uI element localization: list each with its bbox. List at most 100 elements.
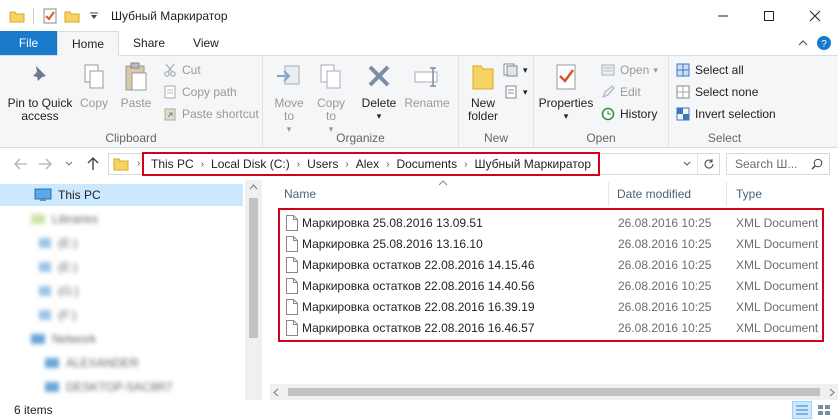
file-row[interactable]: Маркировка остатков 22.08.2016 14.40.56 2… <box>280 275 836 296</box>
select-all-icon <box>675 62 691 78</box>
paste-shortcut-icon <box>162 106 178 122</box>
file-row[interactable]: Маркировка остатков 22.08.2016 14.15.46 2… <box>280 254 836 275</box>
invert-selection-icon <box>675 106 691 122</box>
nav-item-this-pc[interactable]: This PC <box>0 184 243 206</box>
crumb-current-folder[interactable]: Шубный Маркиратор <box>471 157 594 171</box>
easy-access-button[interactable]: ▾ <box>503 82 528 102</box>
nav-item-blurred[interactable]: (E:) <box>38 256 198 278</box>
folder-icon <box>109 154 133 174</box>
copy-to-label: Copy to <box>316 96 345 123</box>
file-row[interactable]: Маркировка 25.08.2016 13.16.10 26.08.2016… <box>280 233 836 254</box>
copy-path-button[interactable]: Copy path <box>162 82 237 102</box>
refresh-icon <box>704 159 714 169</box>
cut-button[interactable]: Cut <box>162 60 201 80</box>
select-all-button[interactable]: Select all <box>675 60 744 80</box>
tab-home[interactable]: Home <box>57 31 120 56</box>
address-dropdown[interactable] <box>677 161 697 167</box>
properties-button[interactable]: Properties ▾ <box>538 60 594 123</box>
edit-button[interactable]: Edit <box>600 82 641 102</box>
search-input[interactable]: Search Ш... <box>726 153 830 175</box>
tab-file[interactable]: File <box>0 31 57 55</box>
column-divider[interactable] <box>726 182 727 206</box>
back-button[interactable] <box>10 153 32 175</box>
nav-item-blurred[interactable]: ALEXANDER <box>44 352 234 374</box>
cut-label: Cut <box>182 63 201 77</box>
properties-icon[interactable] <box>39 5 61 27</box>
delete-button[interactable]: Delete ▾ <box>359 60 399 123</box>
file-date-modified: 26.08.2016 10:25 <box>618 278 712 293</box>
recent-locations-button[interactable] <box>58 153 80 175</box>
copy-button[interactable]: Copy <box>76 60 112 110</box>
history-button[interactable]: History <box>600 104 657 124</box>
nav-item-blurred[interactable]: (G:) <box>38 280 198 302</box>
invert-selection-button[interactable]: Invert selection <box>675 104 776 124</box>
history-icon <box>600 106 616 122</box>
copy-to-button[interactable]: Copy to ▾ <box>311 60 351 136</box>
pin-quick-access-button[interactable]: Pin to Quick access <box>4 60 76 123</box>
file-type: XML Document <box>736 278 819 293</box>
file-row[interactable]: Маркировка остатков 22.08.2016 16.39.19 2… <box>280 296 836 317</box>
new-folder-icon[interactable] <box>61 5 83 27</box>
rename-button[interactable]: Rename <box>403 60 451 110</box>
organize-group-label: Organize <box>336 131 385 145</box>
up-button[interactable] <box>82 153 104 175</box>
open-button[interactable]: Open ▾ <box>600 60 658 80</box>
easy-access-icon <box>503 84 519 100</box>
minimize-button[interactable] <box>700 0 746 32</box>
column-type[interactable]: Type <box>736 187 762 201</box>
maximize-button[interactable] <box>746 0 792 32</box>
file-date-modified: 26.08.2016 10:25 <box>618 299 712 314</box>
refresh-button[interactable] <box>697 154 719 174</box>
tab-view[interactable]: View <box>179 31 233 55</box>
new-item-button[interactable]: ▾ <box>503 60 528 80</box>
column-divider[interactable] <box>608 182 609 206</box>
chevron-up-icon[interactable] <box>798 38 808 48</box>
new-folder-button[interactable]: New folder <box>463 60 503 123</box>
file-type: XML Document <box>736 215 819 230</box>
column-name[interactable]: Name <box>284 187 316 201</box>
customize-qat-icon[interactable] <box>83 5 105 27</box>
crumb-this-pc[interactable]: This PC <box>148 157 197 171</box>
crumb-documents[interactable]: Documents <box>393 157 460 171</box>
file-date-modified: 26.08.2016 10:25 <box>618 236 712 251</box>
open-group-label: Open <box>586 131 616 145</box>
forward-button[interactable] <box>34 153 56 175</box>
nav-item-network[interactable]: Network <box>30 328 230 350</box>
nav-item-blurred[interactable]: (E:) <box>38 232 198 254</box>
invert-selection-label: Invert selection <box>695 107 776 121</box>
title-bar: Шубный Маркиратор <box>0 0 838 32</box>
search-placeholder: Search Ш... <box>735 157 798 171</box>
address-bar[interactable]: › This PC › Local Disk (C:) › Users › Al… <box>108 152 720 176</box>
nav-item-libraries[interactable]: Libraries <box>30 208 230 230</box>
chevron-right-icon[interactable] <box>829 388 835 397</box>
chevron-right-icon[interactable]: › <box>382 159 393 170</box>
chevron-left-icon[interactable] <box>273 388 279 397</box>
crumb-local-disk[interactable]: Local Disk (C:) <box>208 157 293 171</box>
column-date-modified[interactable]: Date modified <box>617 187 691 201</box>
paste-button[interactable]: Paste <box>118 60 154 110</box>
scrollbar-thumb[interactable] <box>249 198 258 338</box>
rename-icon <box>411 60 443 94</box>
move-to-button[interactable]: Move to ▾ <box>269 60 309 136</box>
chevron-right-icon[interactable]: › <box>293 159 304 170</box>
tab-share[interactable]: Share <box>119 31 179 55</box>
file-row[interactable]: Маркировка остатков 22.08.2016 16.46.57 2… <box>280 317 836 338</box>
chevron-right-icon[interactable]: › <box>460 159 471 170</box>
details-view-button[interactable] <box>792 401 812 419</box>
scrollbar-thumb[interactable] <box>288 388 820 396</box>
select-none-button[interactable]: Select none <box>675 82 758 102</box>
file-row[interactable]: Маркировка 25.08.2016 13.09.51 26.08.2016… <box>280 212 836 233</box>
crumb-users[interactable]: Users <box>304 157 341 171</box>
chevron-right-icon[interactable]: › <box>341 159 352 170</box>
close-button[interactable] <box>792 0 838 32</box>
chevron-up-icon[interactable] <box>249 184 258 190</box>
large-icons-view-button[interactable] <box>814 401 834 419</box>
horizontal-scrollbar[interactable] <box>270 384 838 400</box>
nav-item-blurred[interactable]: (F:) <box>38 304 198 326</box>
nav-pane-scrollbar[interactable] <box>245 180 262 400</box>
nav-item-blurred[interactable]: DESKTOP-5AC8R7 <box>44 376 234 398</box>
chevron-right-icon[interactable]: › <box>197 159 208 170</box>
paste-shortcut-button[interactable]: Paste shortcut <box>162 104 259 124</box>
help-icon[interactable]: ? <box>816 35 832 51</box>
crumb-alex[interactable]: Alex <box>353 157 382 171</box>
